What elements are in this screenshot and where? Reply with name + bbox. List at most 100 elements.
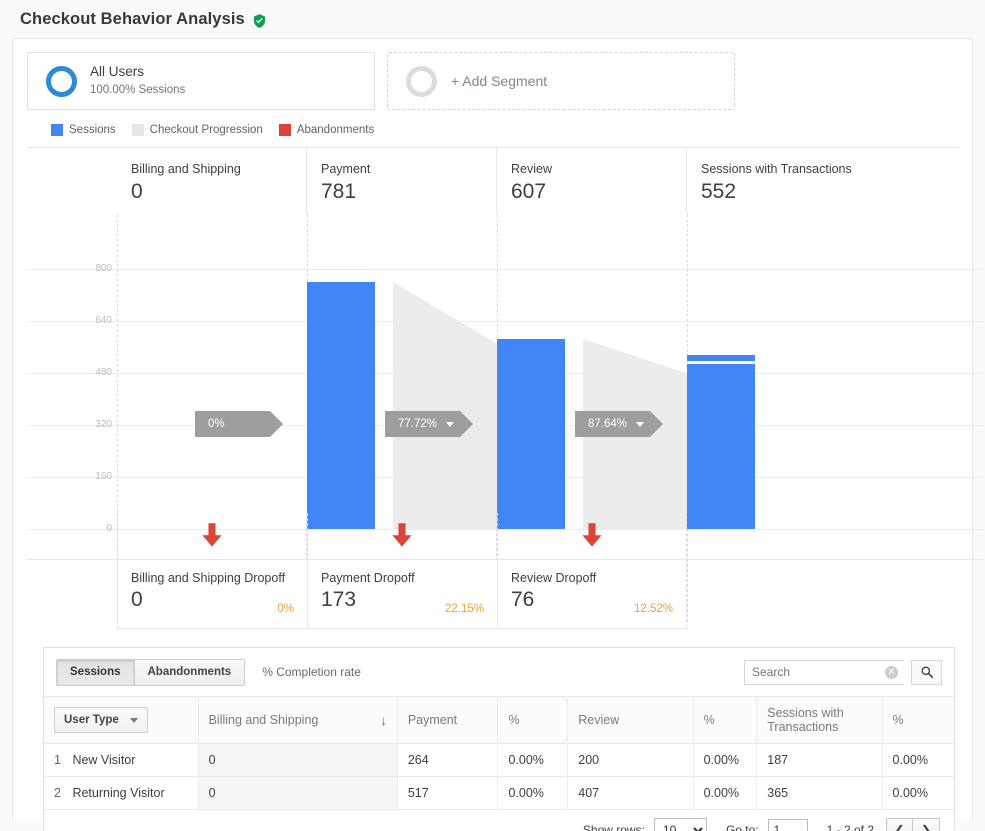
column-header-transactions-pct[interactable]: % — [882, 696, 954, 744]
column-header-billing-and-shipping[interactable]: Billing and Shipping ↓ — [198, 696, 398, 744]
legend-item-sessions: Sessions — [51, 124, 116, 136]
row-dimension-label[interactable]: Returning Visitor — [72, 786, 164, 800]
legend-item-checkout-progression: Checkout Progression — [131, 124, 263, 136]
row-index: 2 — [54, 786, 61, 800]
column-header-payment-pct[interactable]: % — [497, 696, 569, 744]
chevron-down-icon[interactable] — [636, 421, 645, 427]
cell-payment-pct: 0.00% — [497, 743, 569, 777]
funnel-step-headers: Billing and Shipping 0 Payment 781 Revie… — [117, 148, 984, 214]
dropoff-cards: Billing and Shipping Dropoff 0 0% Paymen… — [117, 559, 697, 629]
bar-sessions-with-transactions-top[interactable] — [687, 355, 755, 361]
dimension-selector-button[interactable]: User Type — [54, 707, 148, 733]
segment-all-users[interactable]: All Users 100.00% Sessions — [27, 52, 375, 110]
cell-dimension: 1 New Visitor — [44, 743, 199, 777]
arrow-down-icon — [202, 523, 222, 547]
legend-swatch-sessions — [51, 124, 63, 136]
progression-chip-billing-and-shipping[interactable]: 0% — [195, 411, 283, 437]
cell-transactions-pct: 0.00% — [882, 776, 954, 809]
next-page-button[interactable]: ❯ — [913, 817, 940, 831]
search-input[interactable] — [744, 659, 904, 685]
behavior-table: User Type Billing and Shipping ↓ Payment — [44, 696, 954, 809]
show-rows-select[interactable]: 10255010025050010005000 — [653, 817, 707, 831]
dropoff-label: Billing and Shipping Dropoff — [131, 571, 286, 585]
bar-payment[interactable] — [307, 282, 375, 529]
funnel-step-review[interactable]: Review 607 — [497, 148, 687, 214]
dropoff-arrow-band — [117, 513, 697, 561]
dropoff-label: Payment Dropoff — [321, 571, 415, 585]
y-axis-tick-0: 0 — [106, 523, 112, 534]
progression-band-payment-to-review — [393, 282, 497, 529]
dropoff-card-review[interactable]: Review Dropoff 76 12.52% — [497, 559, 687, 629]
chip-arrow-tip — [460, 411, 473, 437]
step-label: Billing and Shipping — [131, 162, 241, 176]
step-value: 781 — [321, 180, 357, 203]
step-label: Sessions with Transactions — [701, 162, 852, 176]
bar-review[interactable] — [497, 339, 565, 529]
legend-label-sessions: Sessions — [69, 124, 116, 136]
tab-sessions[interactable]: Sessions — [56, 658, 135, 686]
progression-chip-review[interactable]: 87.64% — [575, 411, 663, 437]
progression-chip-label: 77.72% — [398, 418, 438, 430]
page-header: Checkout Behavior Analysis — [0, 0, 985, 38]
column-header-sessions-with-transactions[interactable]: Sessions with Transactions — [756, 696, 883, 744]
dropoff-pct: 22.15% — [444, 603, 484, 615]
result-range: 1 - 2 of 2 — [826, 822, 874, 831]
funnel-step-sessions-with-transactions[interactable]: Sessions with Transactions 552 — [687, 148, 877, 214]
step-value: 607 — [511, 180, 547, 203]
table-row[interactable]: 2 Returning Visitor 0 517 0.00% 407 0.00… — [44, 776, 954, 809]
previous-page-button[interactable]: ❮ — [886, 817, 913, 831]
dropoff-label: Review Dropoff — [511, 571, 597, 585]
chip-arrow-tip — [270, 411, 283, 437]
shield-check-icon — [252, 13, 267, 29]
cell-payment: 517 — [397, 776, 499, 809]
dropoff-arrow-payment — [307, 513, 497, 561]
legend-label-abandonments: Abandonments — [296, 124, 375, 136]
dropoff-card-payment[interactable]: Payment Dropoff 173 22.15% — [307, 559, 497, 629]
legend-label-progression: Checkout Progression — [149, 124, 263, 136]
cell-dimension: 2 Returning Visitor — [44, 776, 199, 809]
completion-rate-label[interactable]: % Completion rate — [262, 665, 361, 679]
add-segment-button[interactable]: + Add Segment — [387, 52, 735, 110]
column-header-user-type: User Type — [44, 696, 199, 744]
dropoff-arrow-review — [497, 513, 687, 561]
column-header-payment[interactable]: Payment — [397, 696, 499, 744]
legend-swatch-abandonments — [278, 124, 291, 136]
table-pagination: Show rows: 10255010025050010005000 Go to… — [44, 809, 954, 831]
chevron-down-icon[interactable] — [446, 421, 455, 427]
y-axis-tick-160: 160 — [95, 471, 112, 482]
arrow-down-icon — [392, 523, 412, 547]
report-card: All Users 100.00% Sessions + Add Segment… — [12, 38, 984, 831]
dropoff-value: 0 — [131, 588, 143, 611]
column-label: Sessions with Transactions — [767, 706, 844, 734]
column-header-review[interactable]: Review — [567, 696, 694, 744]
funnel-step-payment[interactable]: Payment 781 — [307, 148, 497, 214]
data-table-panel: Sessions Abandonments % Completion rate … — [43, 647, 955, 831]
row-dimension-label[interactable]: New Visitor — [72, 753, 135, 767]
goto-label: Go to: — [725, 822, 759, 831]
search-box: ✕ — [744, 659, 942, 685]
funnel-step-billing-and-shipping[interactable]: Billing and Shipping 0 — [117, 148, 307, 214]
goto-page-input[interactable] — [767, 818, 808, 831]
add-segment-ring-icon — [406, 65, 437, 97]
column-label: % — [892, 713, 904, 727]
y-axis-tick-640: 640 — [95, 315, 112, 326]
tab-abandonments[interactable]: Abandonments — [134, 658, 246, 686]
search-button[interactable] — [911, 659, 942, 685]
chart-legend: Sessions Checkout Progression Abandonmen… — [13, 110, 972, 136]
cell-billing-and-shipping: 0 — [198, 776, 398, 809]
progression-chip-payment[interactable]: 77.72% — [385, 411, 473, 437]
dropoff-arrow-billing — [117, 513, 307, 561]
column-header-review-pct[interactable]: % — [693, 696, 758, 744]
search-icon — [921, 666, 933, 679]
segment-bar: All Users 100.00% Sessions + Add Segment — [13, 39, 972, 110]
legend-item-abandonments: Abandonments — [278, 124, 375, 136]
clear-search-icon[interactable]: ✕ — [885, 665, 898, 679]
segment-ring-icon — [46, 65, 77, 97]
legend-swatch-progression — [131, 124, 144, 136]
segment-sessions-pct: 100.00% Sessions — [90, 84, 186, 97]
table-row[interactable]: 1 New Visitor 0 264 0.00% 200 0.00% 187 … — [44, 743, 954, 777]
bar-sessions-with-transactions[interactable] — [687, 364, 755, 529]
gridline-640 — [27, 321, 984, 322]
cell-transactions-pct: 0.00% — [882, 743, 954, 777]
dropoff-card-billing-and-shipping[interactable]: Billing and Shipping Dropoff 0 0% — [117, 559, 307, 629]
